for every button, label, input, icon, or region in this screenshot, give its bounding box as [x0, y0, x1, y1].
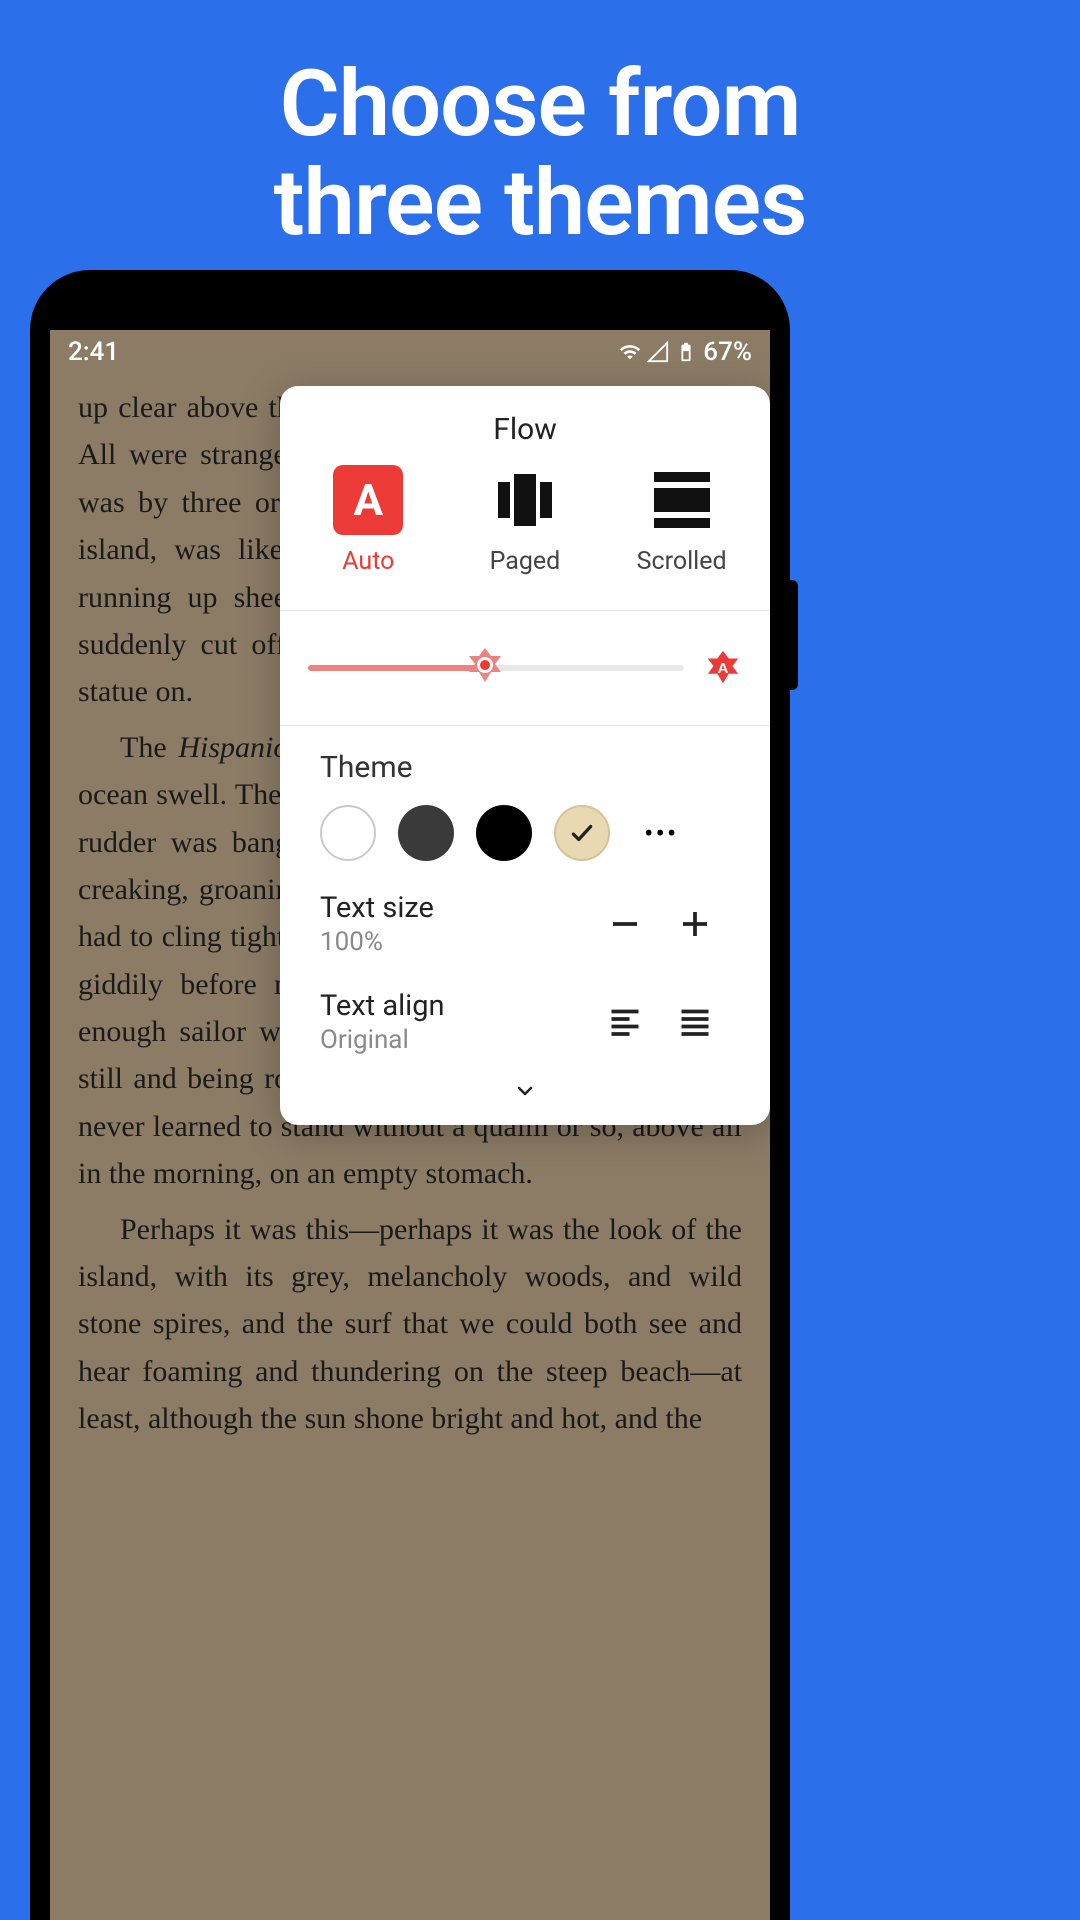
- slider-thumb[interactable]: [465, 646, 505, 690]
- svg-text:A: A: [718, 660, 729, 677]
- hero-title: Choose from three themes: [0, 0, 1080, 254]
- text-size-decrease-button[interactable]: [590, 894, 660, 954]
- signal-icon: [647, 341, 669, 363]
- status-bar: 2:41 67%: [50, 330, 770, 374]
- device-frame: 2:41 67% up clear above the vegetation i…: [30, 270, 790, 1920]
- text-align-label: Text align: [320, 989, 590, 1023]
- battery-icon: [675, 341, 697, 363]
- theme-darkgrey[interactable]: [398, 805, 454, 861]
- expand-button[interactable]: [280, 1071, 770, 1125]
- flow-option-paged[interactable]: Paged: [455, 465, 595, 576]
- flow-options: A Auto Paged Scrolled: [280, 465, 770, 610]
- text-size-label: Text size: [320, 891, 590, 925]
- theme-more-button[interactable]: •••: [644, 817, 678, 850]
- brightness-row: A: [280, 611, 770, 725]
- flow-option-scrolled[interactable]: Scrolled: [612, 465, 752, 576]
- theme-swatches: •••: [320, 805, 730, 861]
- theme-sepia[interactable]: [554, 805, 610, 861]
- status-time: 2:41: [68, 337, 119, 367]
- flow-title: Flow: [280, 386, 770, 465]
- hero-line-1: Choose from: [280, 51, 801, 158]
- flow-label-scrolled: Scrolled: [637, 547, 727, 576]
- align-left-icon: [607, 1004, 643, 1040]
- theme-label: Theme: [320, 750, 730, 785]
- flow-option-auto[interactable]: A Auto: [298, 465, 438, 576]
- theme-black[interactable]: [476, 805, 532, 861]
- text-align-row: Text align Original: [280, 973, 770, 1071]
- device-screen: 2:41 67% up clear above the vegetation i…: [50, 330, 770, 1920]
- paged-icon: [490, 465, 560, 535]
- chevron-down-icon: [509, 1079, 541, 1103]
- check-icon: [569, 820, 595, 846]
- align-left-button[interactable]: [590, 992, 660, 1052]
- scrolled-icon: [647, 465, 717, 535]
- text-align-value: Original: [320, 1025, 590, 1055]
- device-side-button: [790, 580, 798, 690]
- flow-label-auto: Auto: [342, 547, 394, 576]
- settings-popover: Flow A Auto Paged: [280, 386, 770, 1125]
- text-size-increase-button[interactable]: [660, 894, 730, 954]
- brightness-slider[interactable]: [308, 665, 684, 671]
- battery-percent: 67%: [703, 337, 752, 367]
- align-justify-icon: [677, 1004, 713, 1040]
- minus-icon: [607, 906, 643, 942]
- auto-brightness-icon[interactable]: A: [704, 649, 742, 687]
- text-size-row: Text size 100%: [280, 875, 770, 973]
- theme-white[interactable]: [320, 805, 376, 861]
- text-align-labels: Text align Original: [320, 989, 590, 1055]
- plus-icon: [677, 906, 713, 942]
- status-right: 67%: [619, 337, 752, 367]
- hero-line-2: three themes: [274, 150, 807, 257]
- align-justify-button[interactable]: [660, 992, 730, 1052]
- flow-label-paged: Paged: [490, 547, 561, 576]
- text-size-value: 100%: [320, 927, 590, 957]
- theme-section: Theme •••: [280, 726, 770, 875]
- auto-icon: A: [333, 465, 403, 535]
- text-size-labels: Text size 100%: [320, 891, 590, 957]
- reader-p3: Perhaps it was this—perhaps it was the l…: [78, 1206, 742, 1443]
- wifi-icon: [619, 341, 641, 363]
